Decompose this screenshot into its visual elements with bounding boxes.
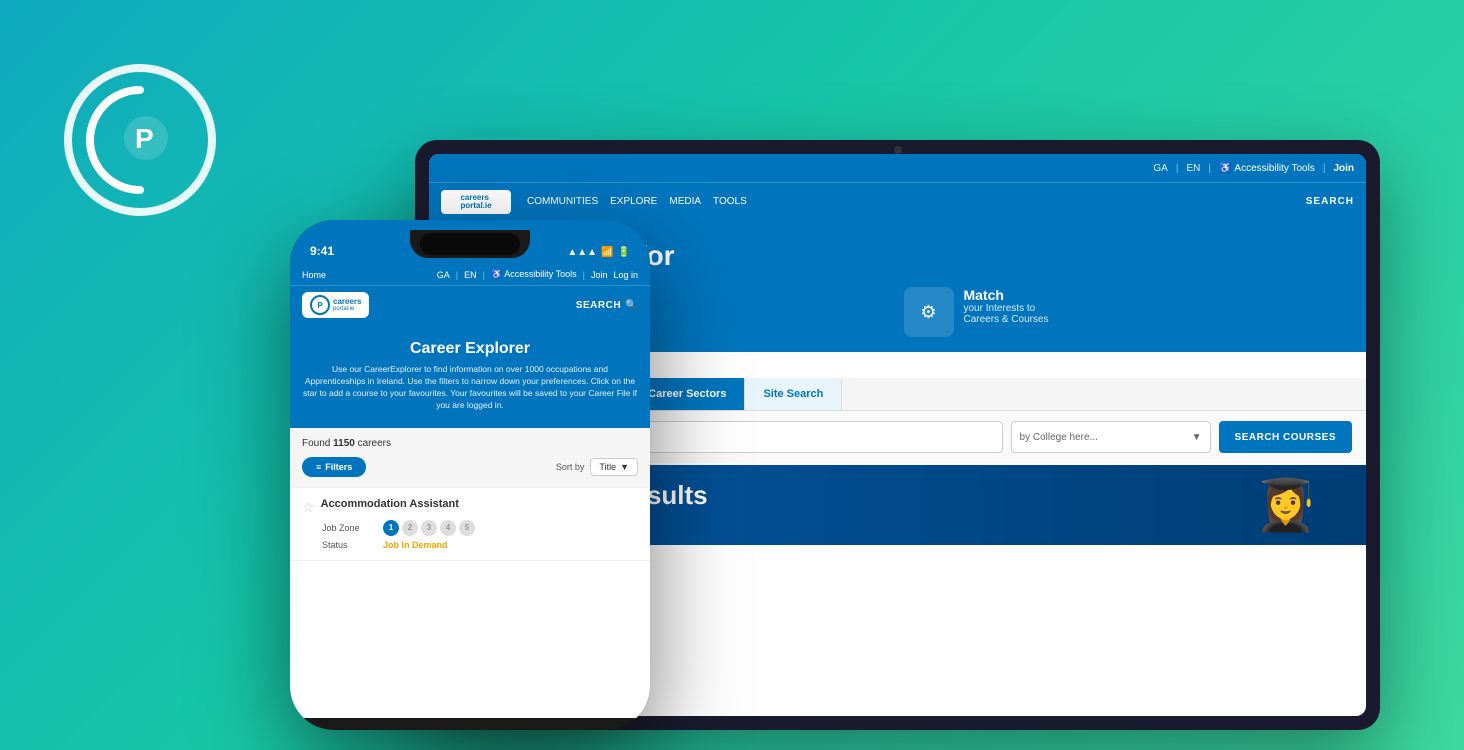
tablet-lang-en[interactable]: EN (1186, 163, 1200, 174)
sort-option-label: Title (599, 462, 616, 472)
sort-chevron-icon: ▼ (620, 462, 629, 472)
tablet-lang-ga[interactable]: GA (1153, 163, 1167, 174)
phone-device: 9:41 ▲▲▲ 📶 🔋 Home GA | EN | ♿ Accessibil… (290, 220, 650, 730)
match-title: Match (964, 287, 1049, 303)
list-item-title[interactable]: Accommodation Assistant (321, 498, 459, 510)
tablet-nav-explore[interactable]: EXPLORE (610, 196, 657, 207)
phone-nav-join[interactable]: Join (591, 270, 608, 280)
tablet-hero-card-match[interactable]: ⚙ Match your Interests toCareers & Cours… (904, 287, 1347, 337)
phone-nav-home[interactable]: Home (302, 270, 326, 280)
jobzone-dot-2: 2 (402, 520, 418, 536)
phone-nav-ga[interactable]: GA (437, 270, 450, 280)
signal-icon: ▲▲▲ (567, 247, 597, 258)
wifi-icon: 📶 (601, 247, 613, 258)
phone-topnav: Home GA | EN | ♿ Accessibility Tools | J… (290, 264, 650, 285)
tablet-tab-site-search[interactable]: Site Search (745, 378, 842, 410)
phone-nav-en[interactable]: EN (464, 270, 477, 280)
phone-search-label: SEARCH (576, 300, 621, 311)
battery-icon: 🔋 (618, 247, 630, 258)
phone-logo-text2: portal.ie (333, 306, 361, 312)
phone-topnav-lang-group: GA | EN | ♿ Accessibility Tools | Join L… (437, 269, 638, 280)
phone-sort-label: Sort by (556, 462, 585, 472)
phone-header: P careers portal.ie SEARCH 🔍 (290, 285, 650, 324)
tablet-nav-communities[interactable]: COMMUNITIES (527, 196, 598, 207)
accessibility-icon: ♿ (1219, 163, 1231, 174)
phone-sort-select[interactable]: Title ▼ (590, 458, 638, 476)
tablet-nav-tools[interactable]: TOOLS (713, 196, 747, 207)
list-item-status-row: Status Job In Demand (302, 540, 638, 550)
svg-text:P: P (135, 123, 154, 154)
tablet-search-courses-button[interactable]: SEARCH COURSES (1219, 421, 1352, 453)
match-icon: ⚙ (904, 287, 954, 337)
phone-results-number: 1150 (333, 438, 355, 449)
phone-logo[interactable]: P careers portal.ie (302, 292, 369, 318)
phone-filters-button[interactable]: ≡ Filters (302, 457, 366, 477)
phone-results-count: Found 1150 careers (302, 438, 638, 449)
status-badge: Job In Demand (383, 540, 448, 550)
college-select-chevron: ▼ (1192, 432, 1202, 443)
tablet-accessibility[interactable]: ♿ Accessibility Tools (1219, 163, 1315, 174)
favorite-star-icon[interactable]: ☆ (302, 499, 315, 516)
phone-sort-row: Sort by Title ▼ (556, 458, 638, 476)
jobzone-label: Job Zone (322, 523, 377, 533)
tablet-join-link[interactable]: Join (1333, 163, 1354, 174)
phone-time: 9:41 (310, 244, 334, 258)
jobzone-dot-4: 4 (440, 520, 456, 536)
phone-filters-row: ≡ Filters Sort by Title ▼ (302, 457, 638, 477)
phone-accessibility-icon: ♿ (491, 269, 502, 279)
phone-notch-pill (420, 233, 520, 255)
college-select-label: by College here... (1020, 432, 1098, 443)
tablet-nav-items: COMMUNITIES EXPLORE MEDIA TOOLS (527, 196, 747, 207)
tablet-logo[interactable]: careers portal.ie (441, 190, 511, 214)
tablet-topbar: GA | EN | ♿ Accessibility Tools | Join (429, 154, 1366, 182)
tablet-logo-text2: portal.ie (460, 202, 491, 210)
match-card-text: Match your Interests toCareers & Courses (964, 287, 1049, 325)
list-item-jobzone-row: Job Zone 1 2 3 4 5 (302, 520, 638, 536)
phone-search-icon: 🔍 (625, 300, 638, 311)
phone-results-header: Found 1150 careers ≡ Filters Sort by Tit… (290, 428, 650, 487)
brand-logo: P (60, 60, 220, 225)
list-item: ☆ Accommodation Assistant Job Zone 1 2 3… (290, 488, 650, 561)
tablet-nav-media[interactable]: MEDIA (669, 196, 701, 207)
tablet-college-select[interactable]: by College here... ▼ (1011, 421, 1211, 453)
jobzone-indicators: 1 2 3 4 5 (383, 520, 475, 536)
list-item-header: ☆ Accommodation Assistant (302, 498, 638, 516)
tablet-banner-image: 👩‍🎓 (1226, 465, 1346, 545)
tablet-camera (894, 146, 902, 154)
tablet-navbar: careers portal.ie COMMUNITIES EXPLORE ME… (429, 182, 1366, 220)
jobzone-dot-1: 1 (383, 520, 399, 536)
phone-list: ☆ Accommodation Assistant Job Zone 1 2 3… (290, 487, 650, 561)
status-label: Status (322, 540, 377, 550)
phone-search-button-header[interactable]: SEARCH 🔍 (576, 300, 638, 311)
phone-hero-description: Use our CareerExplorer to find informati… (302, 364, 638, 412)
tablet-search-label[interactable]: SEARCH (1306, 196, 1354, 207)
match-subtitle: your Interests toCareers & Courses (964, 303, 1049, 325)
phone-hero: Career Explorer Use our CareerExplorer t… (290, 324, 650, 428)
phone-notch (410, 230, 530, 258)
phone-nav-login[interactable]: Log in (613, 270, 638, 280)
phone-logo-text1: careers (333, 298, 361, 306)
phone-status-icons: ▲▲▲ 📶 🔋 (567, 247, 630, 258)
jobzone-dot-5: 5 (459, 520, 475, 536)
jobzone-dot-3: 3 (421, 520, 437, 536)
filter-icon: ≡ (316, 462, 321, 472)
phone-screen: Home GA | EN | ♿ Accessibility Tools | J… (290, 264, 650, 718)
phone-nav-accessibility[interactable]: ♿ Accessibility Tools (491, 269, 577, 280)
phone-hero-title: Career Explorer (302, 340, 638, 358)
